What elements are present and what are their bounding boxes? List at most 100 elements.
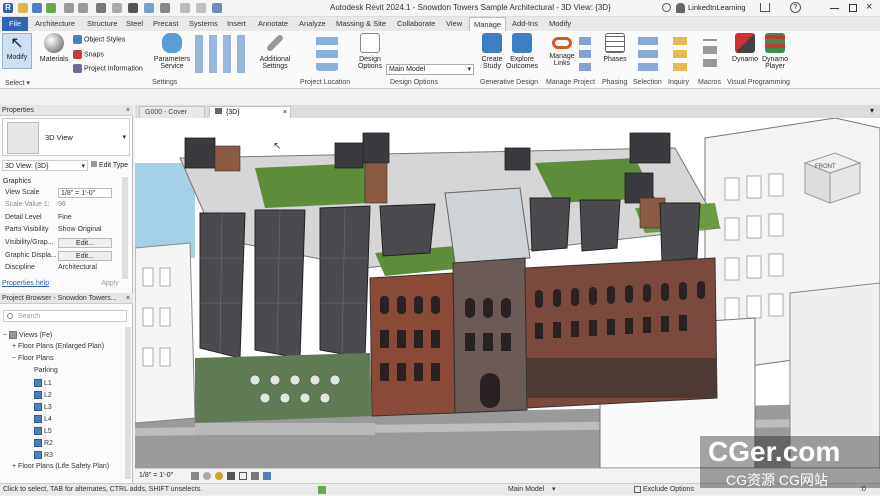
graphics-section[interactable]: Graphics (3, 178, 31, 185)
property-row[interactable]: View Scale 1/8" = 1'-0" (0, 187, 130, 199)
tree-item-floor-plans-enlarged[interactable]: + Floor Plans (Enlarged Plan) (12, 343, 104, 350)
help-icon[interactable]: ? (790, 2, 801, 13)
undo-icon[interactable] (64, 3, 74, 13)
tree-item-floor-plans-life-safety[interactable]: + Floor Plans (Life Safety Plan) (12, 463, 109, 470)
tree-item-l2[interactable]: L2 (34, 391, 52, 399)
macros-icons[interactable] (703, 39, 717, 67)
close-hidden-icon[interactable] (196, 3, 206, 13)
apply-button[interactable]: Apply (94, 279, 126, 289)
tab-view[interactable]: View (442, 17, 466, 31)
type-selector[interactable]: 3D View ▾ (2, 118, 130, 156)
edit-type-button[interactable]: Edit Type (91, 161, 128, 169)
user-icon[interactable] (676, 3, 685, 13)
view-tabs-chevron-icon[interactable]: ▾ (870, 106, 874, 115)
explore-outcomes-button[interactable]: Explore Outcomes (505, 33, 539, 70)
exclude-options-toggle[interactable]: Exclude Options (634, 484, 694, 496)
view-scale-field[interactable]: 1/8" = 1'-0" (58, 188, 112, 198)
thin-lines-icon[interactable] (180, 3, 190, 13)
tree-item-r3[interactable]: R3 (34, 451, 53, 459)
property-row[interactable]: Discipline Architectural (0, 262, 130, 274)
user-name[interactable]: LinkedInLearning (688, 3, 746, 12)
tab-architecture[interactable]: Architecture (31, 17, 79, 31)
settings-small-icons[interactable] (195, 35, 245, 73)
cart-icon[interactable] (760, 3, 770, 12)
tab-file[interactable]: File (2, 17, 28, 31)
tab-collaborate[interactable]: Collaborate (393, 17, 439, 31)
tab-massing-site[interactable]: Massing & Site (332, 17, 390, 31)
3d-view-icon[interactable] (144, 3, 154, 13)
tab-structure[interactable]: Structure (83, 17, 121, 31)
object-styles-button[interactable]: Object Styles (73, 35, 125, 44)
tree-item-floor-plans[interactable]: − Floor Plans (12, 355, 53, 362)
lock-3d-view-icon[interactable] (251, 472, 259, 480)
selection-icons[interactable] (638, 35, 658, 71)
browser-search-input[interactable]: Search (3, 310, 127, 322)
tree-item-l5[interactable]: L5 (34, 427, 52, 435)
phases-button[interactable]: Phases (602, 33, 628, 63)
tab-precast[interactable]: Precast (149, 17, 182, 31)
text-icon[interactable] (128, 3, 138, 13)
tree-item-parking[interactable]: Parking (34, 367, 58, 374)
property-row[interactable]: Detail Level Fine (0, 212, 130, 224)
properties-scrollbar[interactable] (122, 177, 128, 279)
redo-icon[interactable] (78, 3, 88, 13)
close-button[interactable]: × (866, 1, 872, 14)
project-location-icons[interactable] (316, 35, 338, 71)
modify-button[interactable]: ↖ Modify (2, 33, 32, 69)
switch-windows-icon[interactable] (212, 3, 222, 13)
tab-g000-cover[interactable]: G000 - Cover (139, 106, 205, 118)
viewcube-front-label[interactable]: FRONT (815, 164, 836, 170)
section-icon[interactable] (160, 3, 170, 13)
tab-insert[interactable]: Insert (223, 17, 250, 31)
inquiry-icons[interactable] (673, 35, 687, 71)
additional-settings-button[interactable]: Additional Settings (256, 33, 294, 70)
sun-path-icon[interactable] (215, 472, 223, 480)
main-model-select[interactable]: Main Model ▾ (386, 64, 474, 75)
maximize-button[interactable] (849, 4, 857, 12)
3d-viewport[interactable]: FRONT ↖ (135, 118, 880, 468)
close-icon[interactable]: × (126, 105, 130, 116)
tab-manage[interactable]: Manage (469, 17, 507, 31)
close-icon[interactable]: × (126, 293, 130, 304)
tree-item-l1[interactable]: L1 (34, 379, 52, 387)
tab-add-ins[interactable]: Add-Ins (508, 17, 542, 31)
model-dropdown-icon[interactable]: ▾ (552, 484, 556, 496)
design-options-button[interactable]: Design Options (356, 33, 384, 70)
parameters-service-button[interactable]: Parameters Service (153, 33, 191, 70)
snaps-button[interactable]: Snaps (73, 50, 104, 59)
save-icon[interactable] (32, 3, 42, 13)
print-icon[interactable] (96, 3, 106, 13)
tree-item-l4[interactable]: L4 (34, 415, 52, 423)
tree-item-views[interactable]: − Views (Fe) (3, 331, 52, 339)
select-dropdown[interactable]: Select ▾ (5, 79, 30, 87)
tree-item-l3[interactable]: L3 (34, 403, 52, 411)
minimize-button[interactable] (830, 8, 839, 9)
main-model-status[interactable]: Main Model (508, 484, 544, 496)
tab-annotate[interactable]: Annotate (254, 17, 292, 31)
visibility-graphics-edit-button[interactable]: Edit... (58, 238, 112, 248)
shadows-icon[interactable] (227, 472, 235, 480)
manage-project-small-icons[interactable] (579, 35, 591, 71)
view-selector[interactable]: 3D View: {3D} ▾ (2, 160, 88, 171)
manage-links-button[interactable]: Manage Links (548, 33, 576, 67)
open-icon[interactable] (18, 3, 28, 13)
temporary-hide-icon[interactable] (263, 472, 271, 480)
tab-modify[interactable]: Modify (545, 17, 575, 31)
measure-icon[interactable] (112, 3, 122, 13)
crop-region-icon[interactable] (239, 472, 247, 480)
revit-logo-icon[interactable]: R (3, 3, 13, 13)
dynamo-button[interactable]: Dynamo (730, 33, 760, 63)
create-study-button[interactable]: Create Study (479, 33, 505, 70)
search-icon[interactable] (662, 3, 671, 12)
tab-steel[interactable]: Steel (122, 17, 147, 31)
tab-systems[interactable]: Systems (185, 17, 222, 31)
tab-3d-view[interactable]: {3D} × (209, 106, 291, 118)
view-scale-control[interactable]: 1/8" = 1'-0" (139, 469, 173, 483)
properties-help-link[interactable]: Properties help (2, 280, 49, 287)
graphic-display-edit-button[interactable]: Edit... (58, 251, 112, 261)
dynamo-player-button[interactable]: Dynamo Player (760, 33, 790, 70)
property-row[interactable]: Parts Visibility Show Original (0, 224, 130, 236)
project-information-button[interactable]: Project Information (73, 64, 143, 73)
materials-button[interactable]: Materials (38, 33, 70, 63)
visual-style-icon[interactable] (203, 472, 211, 480)
